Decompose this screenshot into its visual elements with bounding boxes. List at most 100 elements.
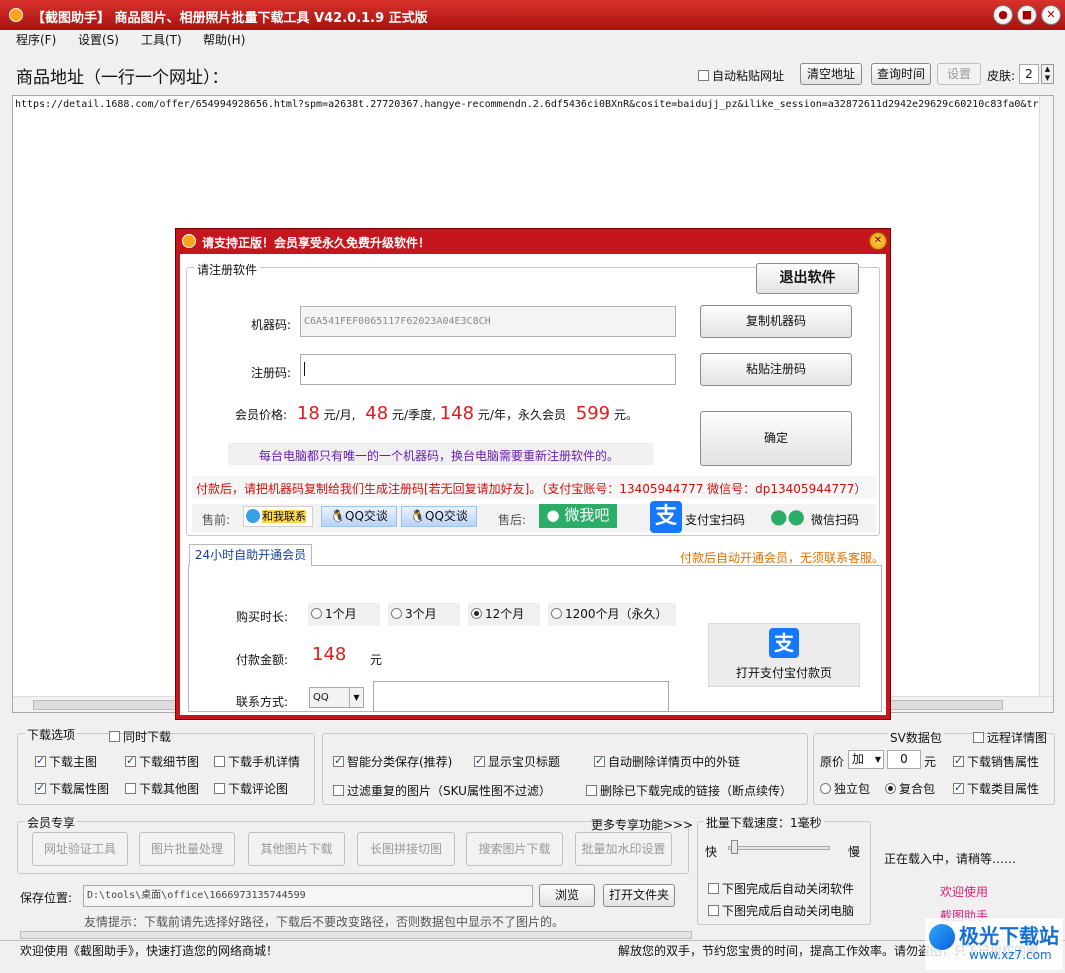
download-other-checkbox[interactable]: 下载其他图: [125, 780, 199, 797]
exit-software-button[interactable]: 退出软件: [756, 263, 859, 294]
remove-links-label: 自动删除详情页中的外链: [608, 755, 741, 769]
open-alipay-label: 打开支付宝付款页: [736, 666, 833, 680]
wechat-scan-icon[interactable]: ●●: [770, 504, 805, 528]
amount-label: 付款金额:: [236, 653, 289, 667]
remote-detail-checkbox[interactable]: 远程详情图: [973, 729, 1047, 746]
batch-process-button[interactable]: 图片批量处理: [139, 832, 235, 866]
remove-links-checkbox[interactable]: 自动删除详情页中的外链: [594, 753, 740, 770]
download-mobile-label: 下载手机详情: [228, 755, 301, 769]
open-alipay-button[interactable]: 支 打开支付宝付款页: [708, 623, 860, 687]
tab-self-service[interactable]: 24小时自助开通会员: [189, 544, 312, 566]
welcome-text-1: 欢迎使用: [940, 885, 989, 899]
settings-button[interactable]: 设置: [937, 63, 981, 85]
menu-settings[interactable]: 设置(S): [78, 31, 119, 48]
smart-classify-checkbox[interactable]: 智能分类保存(推荐): [333, 753, 452, 770]
menu-tools[interactable]: 工具(T): [141, 31, 182, 48]
standalone-label: 独立包: [834, 782, 871, 796]
minimize-icon[interactable]: ●: [993, 5, 1013, 25]
more-functions-link[interactable]: 更多专享功能>>>: [591, 816, 693, 833]
sync-download-checkbox[interactable]: 同时下载: [109, 728, 171, 745]
weiwoba-button[interactable]: ● 微我吧: [539, 504, 617, 528]
duration-1-label: 1个月: [325, 607, 357, 621]
price-line: 会员价格: 18 元/月, 48 元/季度, 148 元/年，永久会员 599 …: [235, 403, 638, 424]
skin-spinner[interactable]: ▲ ▼: [1041, 64, 1054, 84]
contact-input[interactable]: [373, 681, 669, 712]
reg-code-label: 注册码:: [251, 366, 292, 380]
speed-slider-track[interactable]: [728, 846, 830, 850]
price-add-input[interactable]: 0: [887, 750, 921, 769]
watermark-button[interactable]: 批量加水印设置: [575, 832, 672, 866]
alipay-scan-label[interactable]: 支付宝扫码: [685, 511, 745, 528]
duration-1-month[interactable]: 1个月: [308, 603, 380, 626]
download-attr-checkbox[interactable]: 下载属性图: [35, 780, 109, 797]
contact-me-button[interactable]: 和我联系: [243, 506, 313, 527]
save-path-input[interactable]: D:\tools\桌面\office\1666973135744599: [83, 885, 533, 907]
browse-button[interactable]: 浏览: [539, 884, 595, 907]
dialog-close-icon[interactable]: ✕: [869, 232, 887, 250]
long-image-button[interactable]: 长图拼接切图: [357, 832, 455, 866]
download-comment-label: 下载评论图: [228, 782, 289, 796]
search-download-button[interactable]: 搜索图片下载: [466, 832, 563, 866]
window-title: 【截图助手】 商品图片、相册照片批量下载工具 V42.0.1.9 正式版: [32, 11, 428, 26]
download-main-label: 下载主图: [49, 755, 98, 769]
price-op-select[interactable]: 加 ▼: [848, 750, 884, 769]
unit-forever: 元。: [613, 408, 638, 422]
duration-12-label: 12个月: [485, 607, 525, 621]
duration-forever[interactable]: 1200个月（永久）: [548, 603, 676, 626]
filter-duplicate-checkbox[interactable]: 过滤重复的图片（SKU属性图不过滤）: [333, 782, 551, 799]
clear-url-button[interactable]: 清空地址: [800, 63, 862, 85]
delete-finished-label: 删除已下载完成的链接（断点续传）: [600, 784, 793, 798]
watermark: 极光下载站 www.xz7.com: [925, 918, 1063, 970]
download-main-checkbox[interactable]: 下载主图: [35, 753, 97, 770]
copy-machine-code-button[interactable]: 复制机器码: [700, 305, 852, 338]
url-verify-button[interactable]: 网址验证工具: [32, 832, 128, 866]
sales-attr-checkbox[interactable]: 下载销售属性: [953, 753, 1039, 770]
maximize-icon[interactable]: ■: [1017, 5, 1037, 25]
composite-radio[interactable]: 复合包: [885, 780, 935, 797]
auto-paste-checkbox[interactable]: 自动粘贴网址: [698, 67, 784, 84]
close-icon[interactable]: ✕: [1041, 5, 1061, 25]
skin-input[interactable]: 2: [1019, 64, 1039, 84]
standalone-radio[interactable]: 独立包: [820, 780, 870, 797]
watermark-en: www.xz7.com: [969, 948, 1052, 962]
qq-chat-button-2[interactable]: 🐧QQ交谈: [401, 506, 477, 527]
query-time-button[interactable]: 查询时间: [871, 63, 931, 85]
dialog-body: 请注册软件 退出软件 机器码: C6A541FEF0065117F62023A0…: [180, 254, 886, 715]
auto-close-software-label: 下图完成后自动关闭软件: [722, 882, 855, 896]
category-attr-checkbox[interactable]: 下载类目属性: [953, 780, 1039, 797]
category-attr-label: 下载类目属性: [967, 782, 1040, 796]
delete-finished-checkbox[interactable]: 删除已下载完成的链接（断点续传）: [586, 782, 792, 799]
save-location-label: 保存位置:: [20, 891, 73, 905]
url-text: https://detail.1688.com/offer/6549949286…: [15, 99, 1045, 110]
paste-reg-code-button[interactable]: 粘贴注册码: [700, 353, 852, 386]
menu-program[interactable]: 程序(F): [16, 31, 56, 48]
contact-type-select[interactable]: QQ ▼: [309, 687, 364, 708]
auto-close-pc-checkbox[interactable]: 下图完成后自动关闭电脑: [708, 902, 854, 919]
machine-code-field[interactable]: C6A541FEF0065117F62023A04E3C8CH: [300, 306, 676, 337]
chevron-down-icon: ▼: [349, 688, 363, 707]
download-comment-checkbox[interactable]: 下载评论图: [214, 780, 288, 797]
show-title-checkbox[interactable]: 显示宝贝标题: [474, 753, 560, 770]
other-download-button[interactable]: 其他图片下载: [248, 832, 345, 866]
statusbar-divider: [0, 940, 1065, 941]
composite-label: 复合包: [899, 782, 936, 796]
auto-close-software-checkbox[interactable]: 下图完成后自动关闭软件: [708, 880, 854, 897]
smart-classify-label: 智能分类保存(推荐): [347, 755, 453, 769]
download-mobile-checkbox[interactable]: 下载手机详情: [214, 753, 300, 770]
qq-icon: 🐧: [330, 509, 346, 523]
wechat-scan-label[interactable]: 微信扫码: [811, 511, 859, 528]
vertical-scrollbar[interactable]: [1039, 96, 1053, 696]
duration-12-month[interactable]: 12个月: [468, 603, 540, 626]
unit-month: 元/月,: [323, 408, 356, 422]
weiwoba-label: 微我吧: [564, 506, 610, 524]
confirm-button[interactable]: 确定: [700, 411, 852, 466]
menu-help[interactable]: 帮助(H): [203, 31, 245, 48]
reg-code-input[interactable]: [300, 354, 676, 385]
alipay-icon[interactable]: 支: [650, 501, 682, 533]
qq-icon: 🐧: [410, 509, 426, 523]
download-detail-checkbox[interactable]: 下载细节图: [125, 753, 199, 770]
open-folder-button[interactable]: 打开文件夹: [603, 884, 675, 907]
speed-slider-thumb[interactable]: [731, 840, 738, 854]
duration-3-month[interactable]: 3个月: [388, 603, 460, 626]
qq-chat-button-1[interactable]: 🐧QQ交谈: [321, 506, 397, 527]
